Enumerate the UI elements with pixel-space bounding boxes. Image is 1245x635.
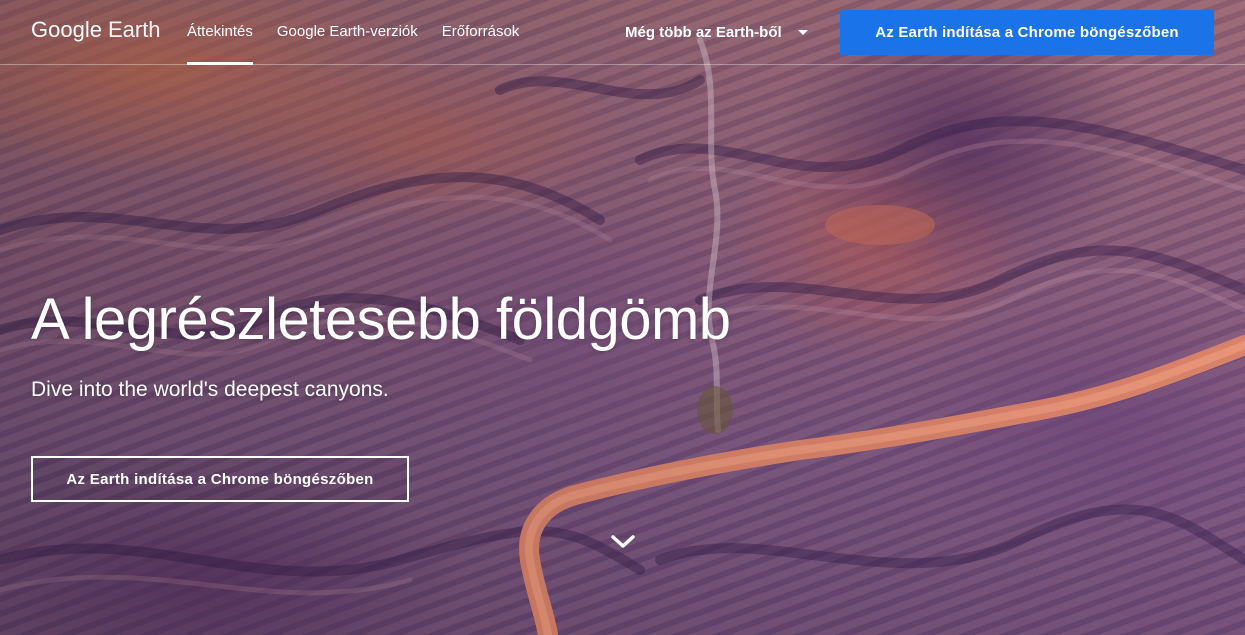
top-navigation-bar: Google Earth Áttekintés Google Earth-ver… — [0, 0, 1245, 65]
scroll-down-button[interactable] — [609, 530, 637, 554]
more-from-earth-dropdown[interactable]: Még több az Earth-ből — [625, 0, 808, 65]
logo-earth-text: Earth — [107, 17, 161, 42]
nav-item-overview[interactable]: Áttekintés — [187, 0, 253, 65]
more-from-earth-label: Még több az Earth-ből — [625, 24, 782, 41]
main-nav: Áttekintés Google Earth-verziók Erőforrá… — [187, 0, 519, 65]
launch-earth-chrome-button[interactable]: Az Earth indítása a Chrome böngészőben — [840, 10, 1214, 55]
logo-google-text: Google — [31, 17, 102, 42]
nav-item-resources[interactable]: Erőforrások — [442, 0, 520, 65]
hero-launch-earth-button[interactable]: Az Earth indítása a Chrome böngészőben — [31, 456, 409, 502]
chevron-down-icon — [611, 535, 635, 548]
hero-title: A legrészletesebb földgömb — [31, 287, 731, 352]
caret-down-icon — [797, 30, 808, 35]
google-earth-logo[interactable]: Google Earth — [31, 17, 161, 43]
nav-item-earth-versions[interactable]: Google Earth-verziók — [277, 0, 418, 65]
hero-subtitle: Dive into the world's deepest canyons. — [31, 378, 389, 401]
